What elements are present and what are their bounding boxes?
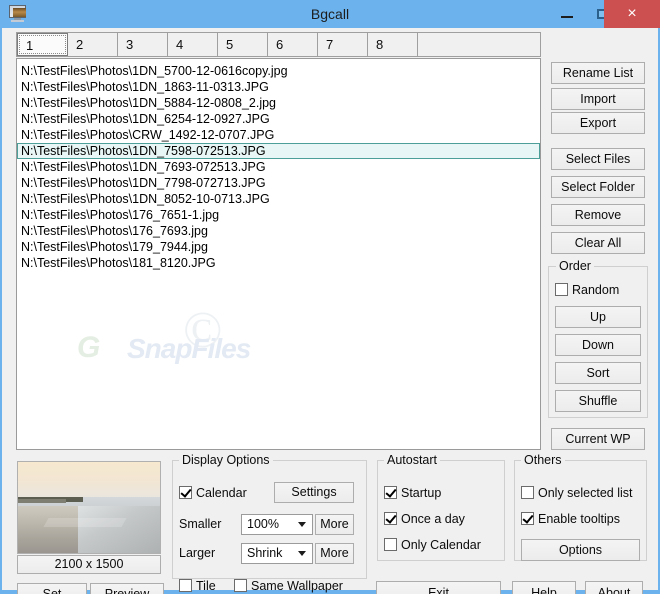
rename-list-button[interactable]: Rename List [551,62,645,84]
list-item[interactable]: N:\TestFiles\Photos\1DN_6254-12-0927.JPG [17,111,540,127]
select-folder-button[interactable]: Select Folder [551,176,645,198]
sort-button[interactable]: Sort [555,362,641,384]
larger-dropdown[interactable]: Shrink [241,543,313,564]
import-button[interactable]: Import [551,88,645,110]
only-calendar-checkbox[interactable]: Only Calendar [384,538,481,552]
image-dimensions: 2100 x 1500 [17,555,161,574]
help-button[interactable]: Help [512,581,576,594]
options-button[interactable]: Options [521,539,640,561]
others-title: Others [521,453,565,467]
tile-label: Tile [196,579,216,593]
checkbox-icon [521,512,534,525]
checkbox-icon [384,486,397,499]
file-list-items: N:\TestFiles\Photos\1DN_5700-12-0616copy… [17,59,540,271]
tab-filler [418,33,540,56]
only-selected-list-label: Only selected list [538,486,633,500]
smaller-dropdown[interactable]: 100% [241,514,313,535]
checkbox-icon [179,486,192,499]
remove-button[interactable]: Remove [551,204,645,226]
startup-checkbox[interactable]: Startup [384,486,441,500]
clear-all-button[interactable]: Clear All [551,232,645,254]
file-list[interactable]: © G SnapFiles N:\TestFiles\Photos\1DN_57… [16,58,541,450]
tab-4[interactable]: 4 [168,33,218,56]
once-a-day-checkbox[interactable]: Once a day [384,512,465,526]
list-item[interactable]: N:\TestFiles\Photos\176_7693.jpg [17,223,540,239]
wallpaper-thumbnail[interactable] [17,461,161,554]
settings-button[interactable]: Settings [274,482,354,503]
display-options-title: Display Options [179,453,273,467]
title-bar: Bgcall × [0,0,660,28]
checkbox-icon [179,579,192,592]
random-label: Random [572,283,620,297]
export-button[interactable]: Export [551,112,645,134]
checkbox-icon [384,538,397,551]
only-calendar-label: Only Calendar [401,538,481,552]
smaller-value: 100% [247,517,279,531]
smaller-label: Smaller [179,517,222,531]
startup-label: Startup [401,486,442,500]
move-up-button[interactable]: Up [555,306,641,328]
calendar-label: Calendar [196,486,247,500]
exit-button[interactable]: Exit [376,581,501,594]
tile-checkbox[interactable]: Tile [179,579,216,593]
autostart-title: Autostart [384,453,441,467]
select-files-button[interactable]: Select Files [551,148,645,170]
watermark-text: SnapFiles [127,333,251,364]
once-a-day-label: Once a day [401,512,465,526]
tab-8[interactable]: 8 [368,33,418,56]
tab-6[interactable]: 6 [268,33,318,56]
list-item[interactable]: N:\TestFiles\Photos\1DN_7598-072513.JPG [17,143,540,159]
preview-panel: 2100 x 1500 [12,457,166,579]
calendar-checkbox[interactable]: Calendar [179,486,247,500]
same-wallpaper-label: Same Wallpaper [251,579,343,593]
snapfiles-watermark: © G SnapFiles [65,302,315,389]
same-wallpaper-checkbox[interactable]: Same Wallpaper [234,579,343,593]
watermark-logo: G [77,331,101,364]
tab-7[interactable]: 7 [318,33,368,56]
order-group-title: Order [556,259,594,273]
checkbox-icon [521,486,534,499]
tab-5[interactable]: 5 [218,33,268,56]
list-item[interactable]: N:\TestFiles\Photos\1DN_5884-12-0808_2.j… [17,95,540,111]
application-window: Bgcall × 1 2 3 4 5 6 7 8 © G SnapFiles N… [0,0,660,594]
larger-label: Larger [179,546,216,560]
minimize-button[interactable] [552,0,582,28]
list-item[interactable]: N:\TestFiles\Photos\1DN_5700-12-0616copy… [17,63,540,79]
chevron-down-icon [298,522,306,527]
set-wallpaper-button[interactable]: Set [17,583,87,594]
random-checkbox[interactable]: Random [555,283,619,297]
list-tabs: 1 2 3 4 5 6 7 8 [16,32,541,57]
about-button[interactable]: About [585,581,643,594]
preview-button[interactable]: Preview [90,583,164,594]
list-item[interactable]: N:\TestFiles\Photos\1DN_7798-072713.JPG [17,175,540,191]
move-down-button[interactable]: Down [555,334,641,356]
tab-3[interactable]: 3 [118,33,168,56]
checkbox-icon [555,283,568,296]
checkbox-icon [384,512,397,525]
client-area: 1 2 3 4 5 6 7 8 © G SnapFiles N:\TestFil… [2,28,658,594]
tab-2[interactable]: 2 [68,33,118,56]
tab-1[interactable]: 1 [17,33,68,56]
copyright-icon: © [183,302,223,359]
only-selected-list-checkbox[interactable]: Only selected list [521,486,632,500]
larger-value: Shrink [247,546,283,560]
list-item[interactable]: N:\TestFiles\Photos\176_7651-1.jpg [17,207,540,223]
current-wp-button[interactable]: Current WP [551,428,645,450]
list-item[interactable]: N:\TestFiles\Photos\181_8120.JPG [17,255,540,271]
smaller-more-button[interactable]: More [315,514,354,535]
close-button[interactable]: × [604,0,660,28]
shuffle-button[interactable]: Shuffle [555,390,641,412]
list-item[interactable]: N:\TestFiles\Photos\CRW_1492-12-0707.JPG [17,127,540,143]
enable-tooltips-checkbox[interactable]: Enable tooltips [521,512,620,526]
chevron-down-icon [298,551,306,556]
enable-tooltips-label: Enable tooltips [538,512,621,526]
checkbox-icon [234,579,247,592]
larger-more-button[interactable]: More [315,543,354,564]
list-item[interactable]: N:\TestFiles\Photos\1DN_7693-072513.JPG [17,159,540,175]
list-item[interactable]: N:\TestFiles\Photos\1DN_8052-10-0713.JPG [17,191,540,207]
list-item[interactable]: N:\TestFiles\Photos\179_7944.jpg [17,239,540,255]
list-item[interactable]: N:\TestFiles\Photos\1DN_1863-11-0313.JPG [17,79,540,95]
